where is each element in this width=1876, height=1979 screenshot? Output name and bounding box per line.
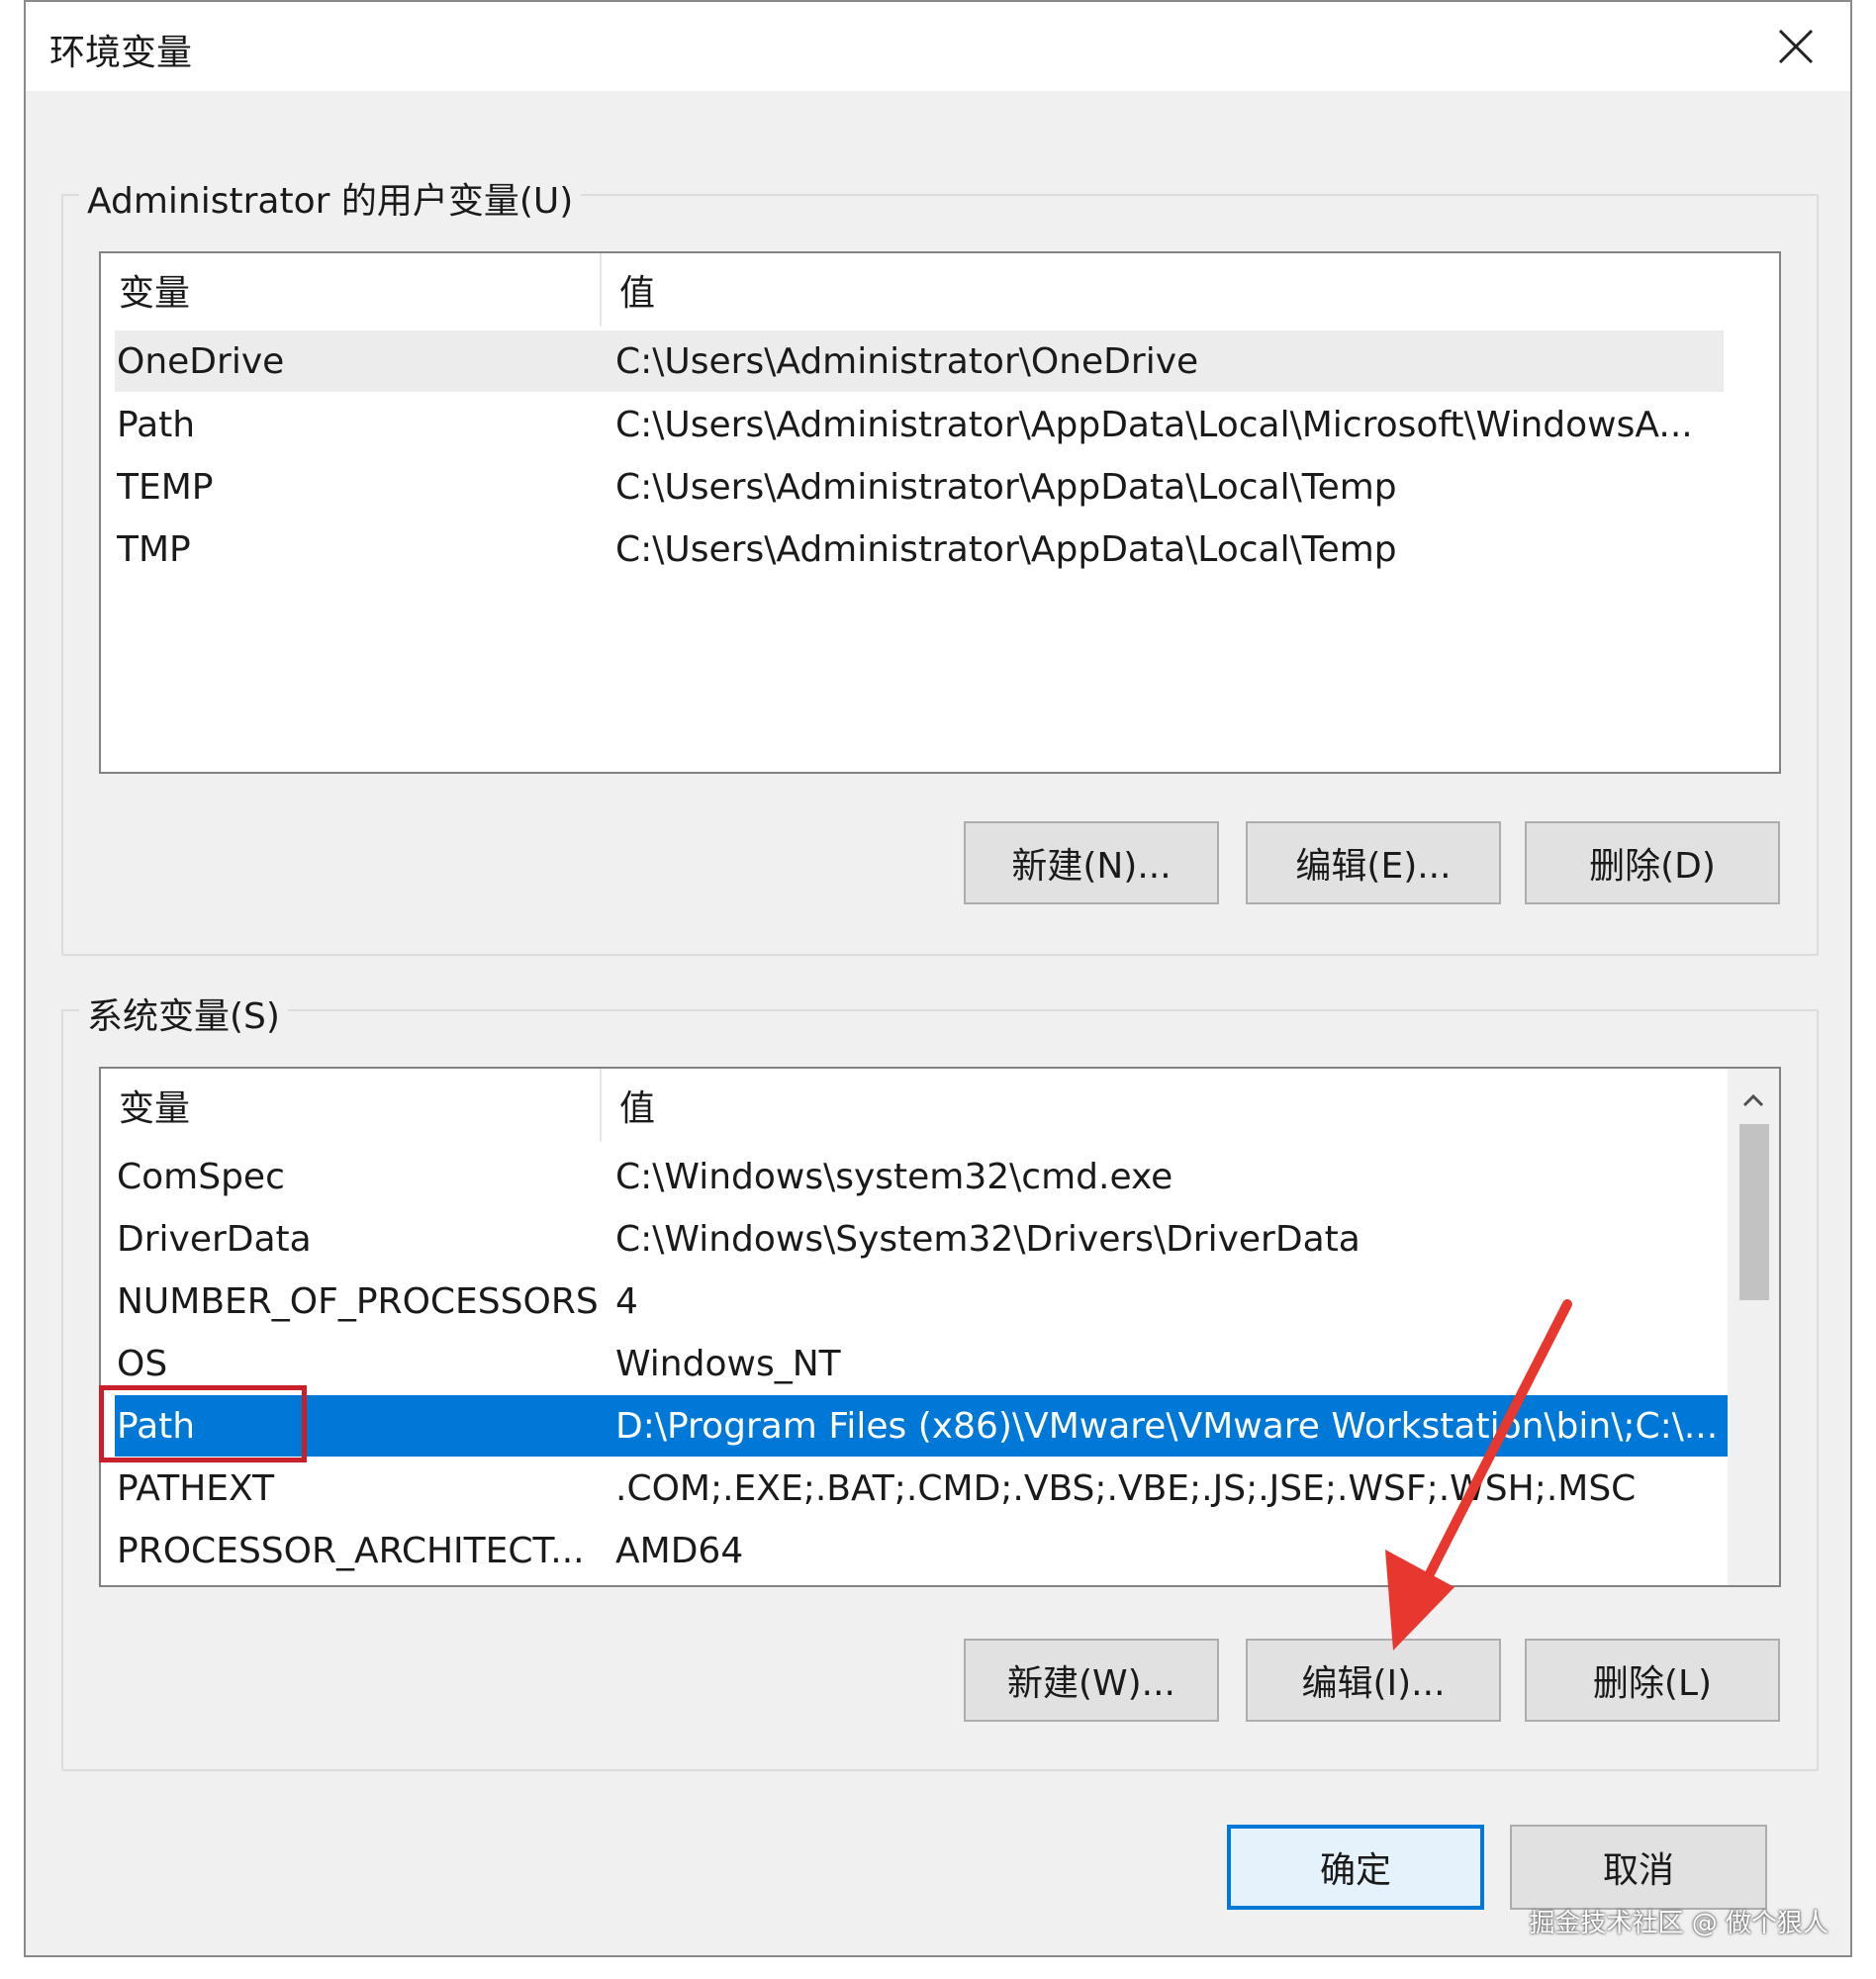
user-variables-list[interactable]: 变量 值 OneDrive C:\Users\Administrator\One… — [99, 251, 1781, 774]
column-header-name[interactable]: 变量 — [101, 1069, 602, 1142]
environment-variables-dialog: 环境变量 Administrator 的用户变量(U) 变量 值 OneDriv… — [24, 0, 1852, 1957]
table-row[interactable]: ComSpec C:\Windows\system32\cmd.exe — [115, 1146, 1728, 1207]
chevron-up-icon — [1742, 1093, 1764, 1107]
user-edit-button[interactable]: 编辑(E)... — [1246, 821, 1501, 904]
watermark-text: 掘金技术社区 @ 做个狠人 — [1529, 1909, 1829, 1938]
window-title: 环境变量 — [49, 33, 193, 73]
table-row[interactable]: TMP C:\Users\Administrator\AppData\Local… — [115, 518, 1724, 580]
table-row[interactable]: OneDrive C:\Users\Administrator\OneDrive — [115, 330, 1724, 392]
cancel-button[interactable]: 取消 — [1510, 1825, 1767, 1910]
user-delete-button[interactable]: 删除(D) — [1525, 821, 1780, 904]
system-edit-button[interactable]: 编辑(I)... — [1246, 1639, 1501, 1722]
column-header-name[interactable]: 变量 — [101, 253, 602, 327]
table-row-selected[interactable]: Path D:\Program Files (x86)\VMware\VMwar… — [115, 1395, 1728, 1457]
user-variables-label: Administrator 的用户变量(U) — [79, 172, 582, 224]
vertical-scrollbar[interactable] — [1728, 1069, 1779, 1585]
list-header: 变量 值 — [101, 1069, 1728, 1142]
table-row[interactable]: TEMP C:\Users\Administrator\AppData\Loca… — [115, 456, 1724, 518]
table-row[interactable]: PATHEXT .COM;.EXE;.BAT;.CMD;.VBS;.VBE;.J… — [115, 1458, 1728, 1519]
scrollbar-thumb[interactable] — [1739, 1124, 1769, 1300]
table-row[interactable]: OS Windows_NT — [115, 1333, 1728, 1394]
column-header-value[interactable]: 值 — [602, 1069, 1728, 1142]
system-delete-button[interactable]: 删除(L) — [1525, 1639, 1780, 1722]
close-icon — [1778, 29, 1814, 64]
table-row[interactable]: PROCESSOR_ARCHITECT... AMD64 — [115, 1520, 1728, 1581]
system-variables-list[interactable]: 变量 值 ComSpec C:\Windows\system32\cmd.exe… — [99, 1067, 1781, 1587]
system-new-button[interactable]: 新建(W)... — [964, 1639, 1219, 1722]
user-new-button[interactable]: 新建(N)... — [964, 821, 1219, 904]
table-row[interactable]: Path C:\Users\Administrator\AppData\Loca… — [115, 394, 1724, 455]
title-bar: 环境变量 — [26, 2, 1850, 91]
table-row[interactable]: NUMBER_OF_PROCESSORS 4 — [115, 1271, 1728, 1332]
scroll-up-button[interactable] — [1728, 1079, 1779, 1122]
list-header: 变量 值 — [101, 253, 1779, 327]
table-row[interactable]: DriverData C:\Windows\System32\Drivers\D… — [115, 1208, 1728, 1270]
ok-button[interactable]: 确定 — [1227, 1825, 1484, 1910]
close-button[interactable] — [1761, 12, 1830, 81]
column-header-value[interactable]: 值 — [602, 253, 1779, 327]
system-variables-label: 系统变量(S) — [79, 988, 288, 1039]
